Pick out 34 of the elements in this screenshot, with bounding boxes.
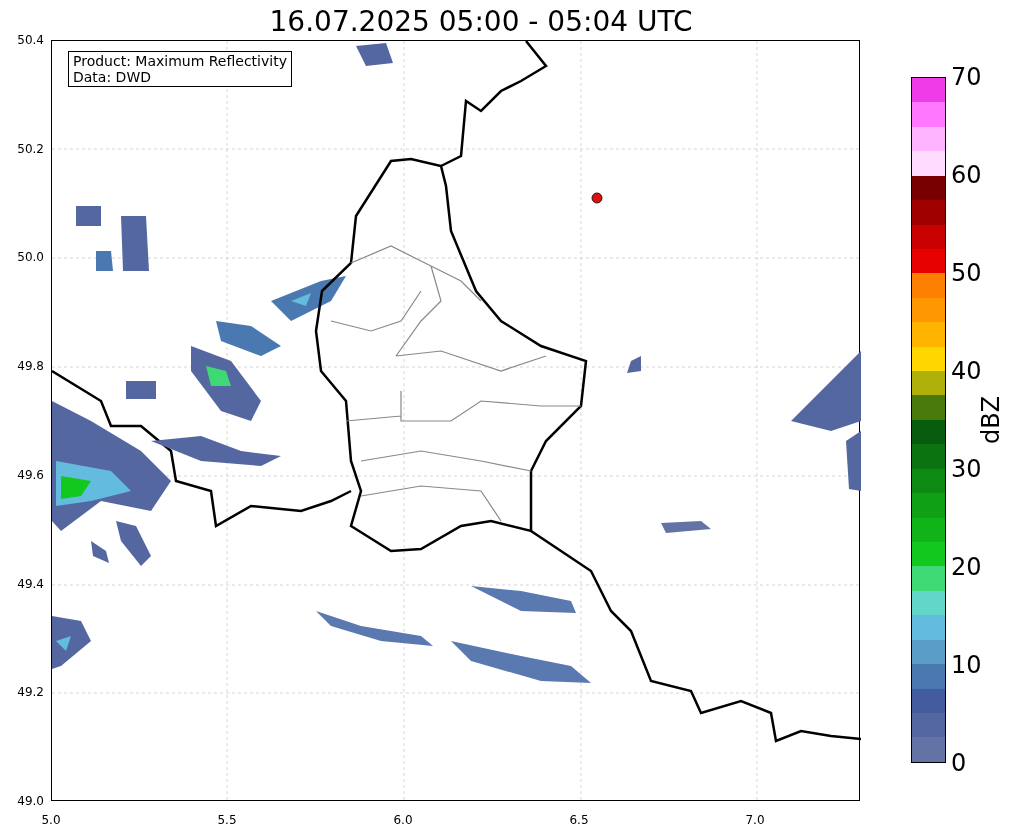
radar-echo [96,251,113,271]
colorbar-tick-label: 30 [950,454,982,485]
radar-echo [627,356,641,373]
x-tick-label: 7.0 [745,812,765,829]
y-tick-label: 49.6 [17,466,45,484]
radar-echo [76,206,101,226]
y-tick-label: 50.2 [17,140,45,158]
colorbar-tick-label: 50 [950,258,982,289]
info-text: Product: Maximum Reflectivity [73,53,287,69]
radar-echo [121,216,149,271]
colorbar-tick-label: 20 [950,552,982,583]
radar-echo [91,541,109,563]
colorbar-tick-label: 40 [950,356,982,387]
chart-title: 16.07.2025 05:00 - 05:04 UTC [269,4,693,36]
location-marker [591,192,603,204]
y-tick-label: 49.4 [17,575,45,593]
y-tick-label: 50.0 [17,249,45,267]
colorbar-label: dBZ [976,395,1007,445]
colorbar-tick-label: 10 [950,650,982,681]
x-tick-label: 6.0 [393,812,413,829]
y-tick-label: 49.8 [17,358,45,376]
colorbar-tick-label: 60 [950,160,982,191]
x-tick-label: 6.5 [569,812,589,829]
colorbar-tick-label: 0 [950,748,967,779]
radar-echo [126,381,156,399]
x-tick-label: 5.5 [217,812,237,829]
radar-echo [356,43,393,66]
info-text: Data: DWD [73,69,152,85]
colorbar-tick-label: 70 [950,62,982,93]
y-tick-label: 50.4 [17,32,45,49]
x-tick-label: 5.0 [41,812,61,829]
y-tick-label: 49.0 [17,792,45,810]
radar-echo [661,521,711,533]
y-tick-label: 49.2 [17,684,45,702]
